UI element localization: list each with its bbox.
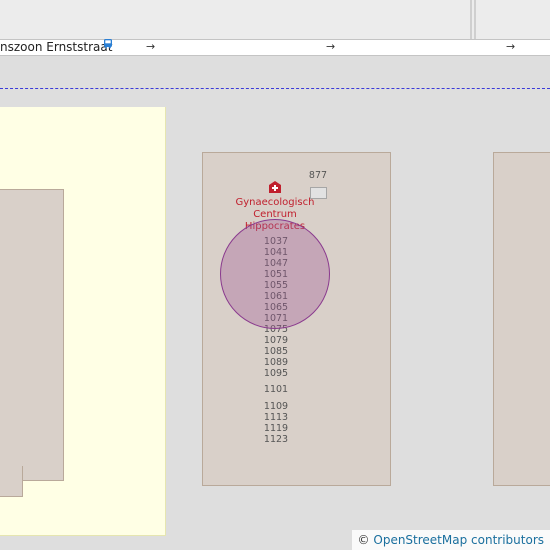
house-number-label: 1119 (263, 423, 289, 434)
oneway-arrow: → (146, 40, 156, 53)
hospital-icon[interactable] (267, 180, 283, 194)
house-number-label: 1123 (263, 434, 289, 445)
house-number-label: 1095 (263, 368, 289, 379)
location-marker-circle[interactable] (220, 219, 330, 329)
road-area-top (0, 0, 550, 40)
attribution: © OpenStreetMap contributors (351, 530, 550, 550)
house-number-label: 877 (308, 170, 328, 181)
house-number-label: 1101 (263, 384, 289, 395)
house-number-label: 1109 (263, 401, 289, 412)
house-number-label: 1085 (263, 346, 289, 357)
road-divider (470, 0, 472, 40)
oneway-arrow: → (326, 40, 336, 53)
boundary-line (0, 88, 550, 89)
oneway-arrow: → (506, 40, 516, 53)
bus-stop-icon[interactable] (103, 38, 113, 49)
house-number-label: 1113 (263, 412, 289, 423)
building (0, 466, 23, 497)
copyright-symbol: © (357, 533, 370, 547)
house-number-label: 1079 (263, 335, 289, 346)
building (493, 152, 550, 486)
street-name-label: nszoon Ernststraat (0, 40, 113, 54)
road-divider (474, 0, 476, 40)
house-number-label: 1089 (263, 357, 289, 368)
building (0, 189, 64, 481)
attribution-link[interactable]: OpenStreetMap contributors (373, 533, 544, 547)
